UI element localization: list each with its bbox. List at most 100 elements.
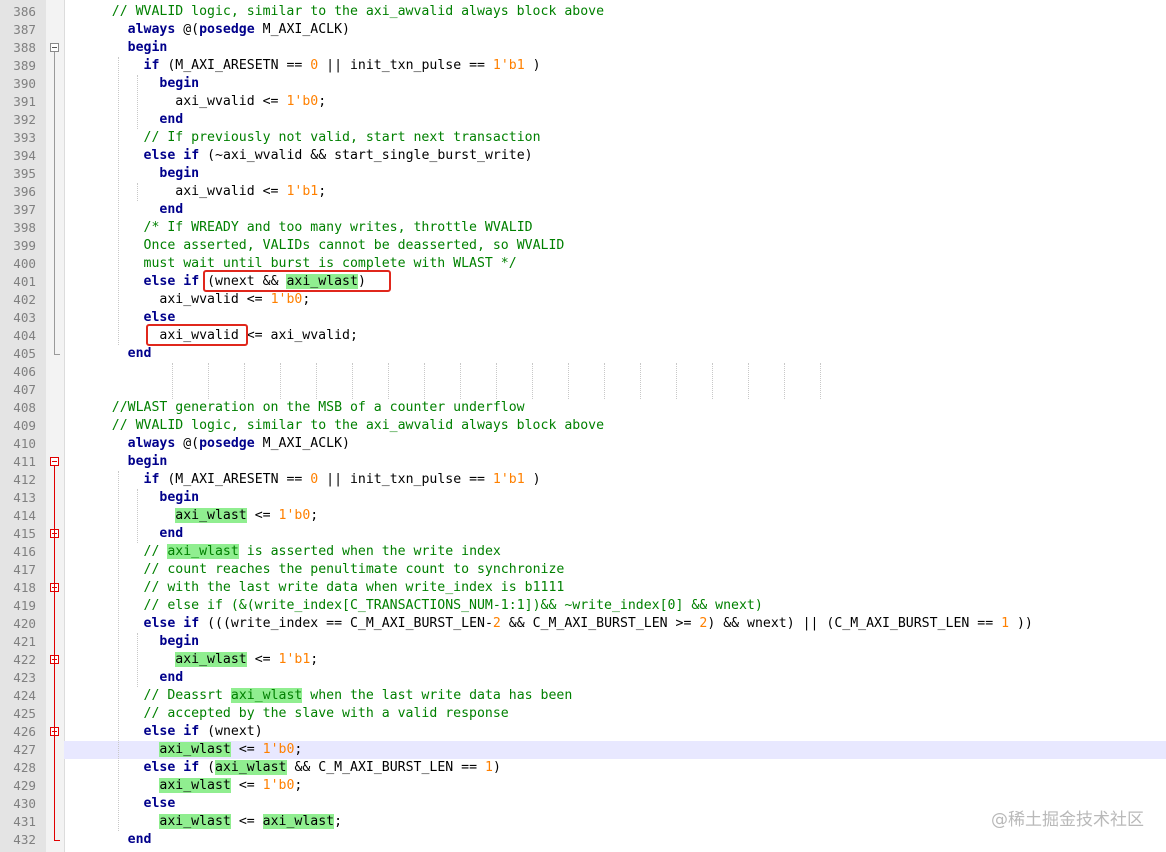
code-line[interactable]: 423 end	[0, 669, 1166, 687]
line-number: 416	[13, 544, 36, 559]
code-token: posedge	[199, 436, 255, 451]
line-number: 393	[13, 130, 36, 145]
code-token: begin	[159, 166, 200, 181]
highlighted-token: axi_wlast	[262, 814, 335, 829]
code-line[interactable]: 400 must wait until burst is complete wi…	[0, 255, 1166, 273]
fold-toggle-icon[interactable]	[50, 43, 59, 52]
code-text: // axi_wlast is asserted when the write …	[80, 543, 501, 561]
code-text: // count reaches the penultimate count t…	[80, 561, 565, 579]
code-line[interactable]: 406	[0, 363, 1166, 381]
code-line[interactable]: 390 begin	[0, 75, 1166, 93]
code-line[interactable]: 425 // accepted by the slave with a vali…	[0, 705, 1166, 723]
code-text: else if (axi_wlast && C_M_AXI_BURST_LEN …	[80, 759, 501, 777]
code-token: Once asserted, VALIDs cannot be deassert…	[143, 238, 565, 253]
code-line[interactable]: 415 end	[0, 525, 1166, 543]
code-line[interactable]: 393 // If previously not valid, start ne…	[0, 129, 1166, 147]
code-token: // Deassrt	[143, 688, 231, 703]
code-line[interactable]: 412 if (M_AXI_ARESETN == 0 || init_txn_p…	[0, 471, 1166, 489]
code-line[interactable]: 416 // axi_wlast is asserted when the wr…	[0, 543, 1166, 561]
code-line[interactable]: 388 begin	[0, 39, 1166, 57]
code-line[interactable]: 424 // Deassrt axi_wlast when the last w…	[0, 687, 1166, 705]
code-line[interactable]: 417 // count reaches the penultimate cou…	[0, 561, 1166, 579]
code-line[interactable]: 401 else if (wnext && axi_wlast)	[0, 273, 1166, 291]
code-token: // WVALID logic, similar to the axi_awva…	[111, 4, 605, 19]
line-number: 395	[13, 166, 36, 181]
code-token: 1'b1	[492, 472, 525, 487]
code-line[interactable]: 396 axi_wvalid <= 1'b1;	[0, 183, 1166, 201]
code-line[interactable]: 418 // with the last write data when wri…	[0, 579, 1166, 597]
code-line[interactable]: 399 Once asserted, VALIDs cannot be deas…	[0, 237, 1166, 255]
line-number: 411	[13, 454, 36, 469]
code-text: axi_wvalid <= 1'b1;	[80, 183, 326, 201]
code-line[interactable]: 397 end	[0, 201, 1166, 219]
code-token: if	[183, 274, 200, 289]
code-text: // accepted by the slave with a valid re…	[80, 705, 509, 723]
line-number: 402	[13, 292, 36, 307]
code-token: if	[183, 148, 200, 163]
code-text: else if (((write_index == C_M_AXI_BURST_…	[80, 615, 1033, 633]
code-token: ;	[318, 94, 327, 109]
code-line[interactable]: 410 always @(posedge M_AXI_ACLK)	[0, 435, 1166, 453]
code-line[interactable]: 420 else if (((write_index == C_M_AXI_BU…	[0, 615, 1166, 633]
highlighted-token: axi_wlast	[167, 544, 239, 559]
code-line[interactable]: 407	[0, 381, 1166, 399]
code-token: 1	[485, 760, 493, 775]
code-token: <=	[246, 508, 279, 523]
code-line[interactable]: 421 begin	[0, 633, 1166, 651]
line-number: 399	[13, 238, 36, 253]
code-line[interactable]: 422 axi_wlast <= 1'b1;	[0, 651, 1166, 669]
code-line[interactable]: 395 begin	[0, 165, 1166, 183]
line-number: 404	[13, 328, 36, 343]
fold-end-marker	[54, 354, 60, 355]
code-line[interactable]: 405 end	[0, 345, 1166, 363]
code-line[interactable]: 414 axi_wlast <= 1'b0;	[0, 507, 1166, 525]
code-token: else	[143, 274, 176, 289]
indent-guide	[640, 363, 641, 399]
code-token: //WLAST generation on the MSB of a count…	[111, 400, 525, 415]
fold-toggle-icon[interactable]	[50, 457, 59, 466]
code-line[interactable]: 394 else if (~axi_wvalid && start_single…	[0, 147, 1166, 165]
code-line[interactable]: 398 /* If WREADY and too many writes, th…	[0, 219, 1166, 237]
code-text: // WVALID logic, similar to the axi_awva…	[80, 417, 604, 435]
code-token: ))	[1009, 616, 1033, 631]
indent-guide	[820, 363, 821, 399]
code-line[interactable]: 409 // WVALID logic, similar to the axi_…	[0, 417, 1166, 435]
highlighted-token: axi_wlast	[159, 814, 231, 829]
code-line[interactable]: 429 axi_wlast <= 1'b0;	[0, 777, 1166, 795]
code-token: // accepted by the slave with a valid re…	[143, 706, 509, 721]
code-editor[interactable]: 386 // WVALID logic, similar to the axi_…	[0, 0, 1166, 852]
code-line[interactable]: 419 // else if (&(write_index[C_TRANSACT…	[0, 597, 1166, 615]
code-line[interactable]: 408 //WLAST generation on the MSB of a c…	[0, 399, 1166, 417]
code-line[interactable]: 392 end	[0, 111, 1166, 129]
line-number: 400	[13, 256, 36, 271]
code-line[interactable]: 389 if (M_AXI_ARESETN == 0 || init_txn_p…	[0, 57, 1166, 75]
indent-guide	[532, 363, 533, 399]
code-line[interactable]: 413 begin	[0, 489, 1166, 507]
code-line[interactable]: 411 begin	[0, 453, 1166, 471]
code-line[interactable]: 427 axi_wlast <= 1'b0;	[0, 741, 1166, 759]
code-line[interactable]: 386 // WVALID logic, similar to the axi_…	[0, 3, 1166, 21]
code-token: always	[127, 436, 176, 451]
code-line[interactable]: 391 axi_wvalid <= 1'b0;	[0, 93, 1166, 111]
line-number: 422	[13, 652, 36, 667]
indent-guide	[137, 633, 138, 687]
code-line[interactable]: 426 else if (wnext)	[0, 723, 1166, 741]
code-line[interactable]: 428 else if (axi_wlast && C_M_AXI_BURST_…	[0, 759, 1166, 777]
indent-guide	[137, 489, 138, 543]
code-line[interactable]: 387 always @(posedge M_AXI_ACLK)	[0, 21, 1166, 39]
code-line[interactable]: 402 axi_wvalid <= 1'b0;	[0, 291, 1166, 309]
code-token: axi_wvalid <=	[80, 94, 287, 109]
indent-guide	[352, 363, 353, 399]
line-number: 409	[13, 418, 36, 433]
code-line[interactable]: 432 end	[0, 831, 1166, 849]
